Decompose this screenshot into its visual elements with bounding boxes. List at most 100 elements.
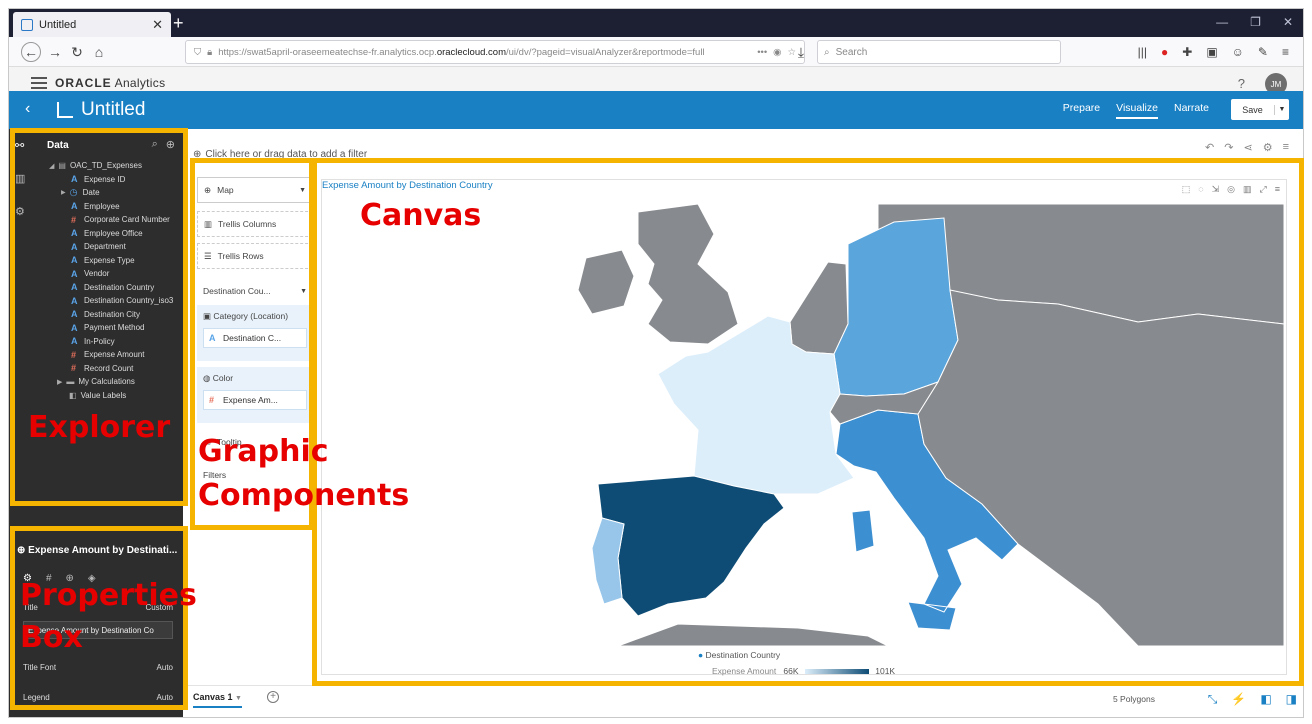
viz-type-select[interactable]: ⊕ Map ▼ <box>197 177 313 203</box>
column-item[interactable]: A Vendor <box>71 267 183 281</box>
chart-icon[interactable]: ▥ <box>1243 184 1252 195</box>
column-item[interactable]: ▶ ◷ Date <box>61 186 183 200</box>
column-item[interactable]: A Destination Country <box>71 281 183 295</box>
filter-bar[interactable]: ⊕ Click here or drag data to add a filte… <box>193 145 593 163</box>
legend-value[interactable]: Auto <box>157 693 173 702</box>
column-item[interactable]: A Department <box>71 240 183 254</box>
category-chip[interactable]: A Destination C... <box>203 328 307 348</box>
new-tab-button[interactable]: + <box>173 13 184 33</box>
add-canvas-button[interactable]: + <box>267 691 279 703</box>
maximize-icon[interactable]: ⤢ <box>1260 184 1267 195</box>
minimize-icon[interactable]: — <box>1216 15 1228 29</box>
category-section[interactable]: ▣ Category (Location) A Destination C... <box>197 305 313 361</box>
column-item[interactable]: A Destination City <box>71 308 183 322</box>
pocket-icon[interactable]: ◉ <box>773 47 781 58</box>
undo-icon[interactable]: ↶ <box>1205 141 1214 154</box>
column-item[interactable]: # Record Count <box>71 362 183 376</box>
trellis-rows-dropzone[interactable]: ☰ Trellis Rows <box>197 243 313 269</box>
menu-icon[interactable]: ≡ <box>1275 184 1280 195</box>
extension-icon-2[interactable]: ✎ <box>1258 45 1268 59</box>
adblock-icon[interactable]: ● <box>1161 45 1168 59</box>
data-icon[interactable]: ⚯ <box>15 139 25 152</box>
panel-left-icon[interactable]: ◧ <box>1260 692 1271 707</box>
column-label: Destination Country_iso3 <box>84 296 174 306</box>
panel-right-icon[interactable]: ◨ <box>1286 692 1297 707</box>
url-bar[interactable]: ⛉ 🔒︎ https://swat5april-oraseemeatechse-… <box>185 40 805 64</box>
map-visualization[interactable]: Expense Amount by Destination Country ⬚ … <box>321 179 1287 676</box>
color-chip[interactable]: # Expense Am... <box>203 390 307 410</box>
map-region-germany[interactable] <box>833 217 959 397</box>
download-icon[interactable]: ⤓ <box>791 42 811 62</box>
legend-row[interactable]: Legend Auto <box>23 693 173 702</box>
close-icon[interactable]: ✕ <box>152 17 163 33</box>
search-icon[interactable]: ⌕ <box>152 138 158 151</box>
chevron-down-icon[interactable]: ◢ <box>49 162 54 170</box>
map-canvas[interactable] <box>578 204 1284 646</box>
title-font-value[interactable]: Auto <box>157 663 173 672</box>
layer-select[interactable]: Destination Cou... ▼ <box>197 281 313 301</box>
layers-icon[interactable]: ◎ <box>1227 184 1235 195</box>
tab-prepare[interactable]: Prepare <box>1063 102 1100 119</box>
select-icon[interactable]: ⬚ <box>1182 184 1191 195</box>
share-icon[interactable]: ⋖ <box>1243 141 1252 154</box>
account-icon[interactable]: ☺ <box>1232 45 1244 59</box>
panel-tools: ⌕ ⊕ <box>152 138 175 151</box>
redo-icon[interactable]: ↷ <box>1224 141 1233 154</box>
refresh-icon[interactable]: ⚡ <box>1231 692 1246 707</box>
reload-icon[interactable]: ↻ <box>67 42 87 62</box>
trellis-columns-dropzone[interactable]: ▥ Trellis Columns <box>197 211 313 237</box>
column-item[interactable]: A Expense Type <box>71 254 183 268</box>
column-item[interactable]: # Corporate Card Number <box>71 213 183 227</box>
tab-visualize[interactable]: Visualize <box>1116 102 1158 119</box>
page-actions-icon[interactable]: ••• <box>757 47 767 58</box>
dataset-node[interactable]: ◢ ▤ OAC_TD_Expenses <box>49 159 183 173</box>
visualizations-icon[interactable]: ▥ <box>15 172 25 185</box>
add-filter-icon[interactable]: ⊕ <box>193 149 201 160</box>
menu-icon[interactable]: ≡ <box>1282 45 1289 59</box>
legend-scale: Expense Amount 66K 101K <box>698 666 895 676</box>
auto-apply-icon[interactable]: ⤡ <box>1208 692 1218 707</box>
zoom-icon[interactable]: ⇲ <box>1212 184 1220 195</box>
tab-canvas-1[interactable]: Canvas 1 ▼ <box>193 692 242 708</box>
browser-search-input[interactable]: ⌕ Search <box>817 40 1061 64</box>
url-text[interactable]: https://swat5april-oraseemeatechse-fr.an… <box>218 47 751 58</box>
home-icon[interactable]: ⌂ <box>89 42 109 62</box>
browser-tab[interactable]: Untitled ✕ <box>13 12 171 37</box>
back-icon[interactable]: ‹ <box>25 100 30 118</box>
my-calculations-node[interactable]: ▶ ▬ My Calculations <box>49 375 183 389</box>
lasso-icon[interactable]: ◌ <box>1198 184 1203 195</box>
column-item[interactable]: A In-Policy <box>71 335 183 349</box>
settings-icon[interactable]: ⚙ <box>1263 141 1273 154</box>
column-item[interactable]: A Destination Country_iso3 <box>71 294 183 308</box>
help-icon[interactable]: ? <box>1238 76 1245 91</box>
menu-icon[interactable]: ≡ <box>1283 141 1289 154</box>
column-item[interactable]: A Employee Office <box>71 227 183 241</box>
chevron-right-icon[interactable]: ▶ <box>61 189 66 196</box>
chevron-right-icon[interactable]: ▶ <box>57 378 62 386</box>
save-button[interactable]: Save ▼ <box>1231 99 1289 120</box>
value-labels-node[interactable]: ◧ Value Labels <box>49 389 183 403</box>
trellis-columns-label: Trellis Columns <box>218 219 277 229</box>
color-section[interactable]: ◍ Color # Expense Am... <box>197 367 313 423</box>
restore-icon[interactable]: ❐ <box>1250 15 1261 29</box>
chevron-down-icon[interactable]: ▼ <box>299 187 306 194</box>
column-item[interactable]: A Expense ID <box>71 173 183 187</box>
save-label[interactable]: Save <box>1231 104 1275 115</box>
title-font-row[interactable]: Title Font Auto <box>23 663 173 672</box>
column-item[interactable]: # Expense Amount <box>71 348 183 362</box>
chevron-down-icon[interactable]: ▼ <box>1275 106 1289 113</box>
column-item[interactable]: A Payment Method <box>71 321 183 335</box>
tab-narrate[interactable]: Narrate <box>1174 102 1209 119</box>
hamburger-icon[interactable] <box>31 77 47 89</box>
close-window-icon[interactable]: ✕ <box>1283 15 1293 29</box>
add-icon[interactable]: ⊕ <box>166 138 175 151</box>
mode-tabs: Prepare Visualize Narrate <box>1063 102 1209 119</box>
chevron-down-icon[interactable]: ▼ <box>300 288 307 295</box>
library-icon[interactable]: ||| <box>1138 45 1147 59</box>
forward-arrow-icon[interactable]: → <box>45 42 65 62</box>
back-arrow-icon[interactable]: ← <box>21 42 41 62</box>
extension-icon[interactable]: ✚ <box>1182 45 1192 59</box>
sidebar-icon[interactable]: ▣ <box>1206 45 1217 59</box>
analytics-icon[interactable]: ⚙ <box>15 205 25 218</box>
column-item[interactable]: A Employee <box>71 200 183 214</box>
